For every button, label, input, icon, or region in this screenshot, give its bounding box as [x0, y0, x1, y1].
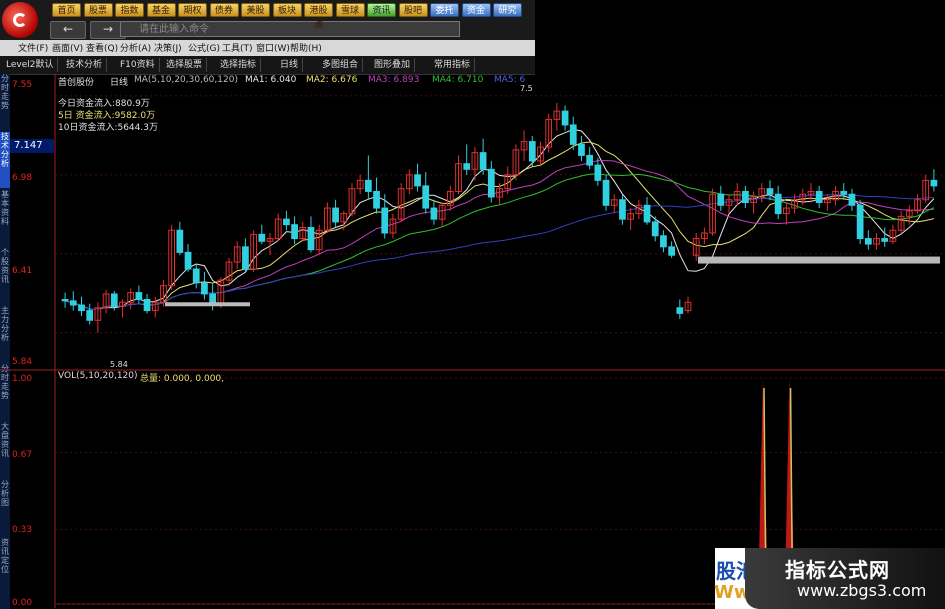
ma10-line [64, 141, 935, 310]
high-marker: 7.5 [520, 84, 533, 93]
ma60-line [64, 194, 934, 310]
candle-body [815, 190, 823, 204]
candle-body [184, 251, 192, 270]
candle-body [209, 293, 216, 305]
ma20-line [64, 160, 934, 310]
candle-body [602, 179, 610, 206]
candle-body [578, 143, 585, 156]
candle-body [422, 185, 430, 209]
period-label: 日线 [110, 78, 129, 88]
candle-body [881, 238, 889, 242]
candle-body [848, 193, 856, 206]
candle-body [864, 238, 872, 245]
ma-params: MA(5,10,20,30,60,120) [134, 75, 238, 85]
candle-body [201, 282, 208, 295]
candle-body [668, 246, 675, 256]
candle-body [643, 204, 651, 223]
candle-body [258, 233, 266, 242]
candle-body [307, 226, 315, 251]
candle-body [586, 154, 594, 166]
candle-body [143, 299, 151, 312]
ma4-value: MA4: 6.710 [432, 75, 484, 85]
candle-body [373, 190, 380, 209]
candle-body [651, 221, 659, 237]
candle-body [660, 235, 667, 248]
ma2-value: MA2: 6.676 [306, 75, 358, 85]
candle-body [930, 179, 938, 187]
candle-body [86, 310, 94, 321]
candle-body [414, 174, 421, 187]
candle-body [766, 188, 774, 195]
support-band [165, 302, 250, 307]
candle-body [283, 218, 290, 226]
ma1-value: MA1: 6.040 [245, 75, 297, 85]
candle-body [430, 207, 438, 220]
volume-total: 总量: 0.000, 0.000, [140, 374, 225, 384]
candle-body [291, 224, 298, 240]
candle-body [110, 293, 118, 307]
candle-body [69, 300, 77, 306]
candle-body [463, 163, 471, 170]
candle-body [135, 292, 143, 301]
ma3-value: MA3: 6.893 [368, 75, 420, 85]
candle-body [487, 168, 495, 198]
candle-body [332, 207, 339, 223]
watermark: 指标公式网 www.zbgs3.com [745, 548, 945, 609]
candle-body [381, 207, 389, 234]
volume-label: VOL(5,10,20,120) [58, 371, 138, 381]
candle-body [78, 304, 85, 312]
low-marker: 5.84 [110, 360, 128, 369]
candle-body [840, 190, 848, 195]
candle-body [619, 199, 626, 220]
candle-body [717, 193, 725, 206]
candle-body [774, 193, 782, 215]
candle-body [561, 110, 569, 126]
kline-chart[interactable] [0, 0, 945, 609]
candle-body [528, 141, 536, 162]
watermark-title: 指标公式网 [785, 558, 890, 582]
flow-10d: 10日资金流入:5644.3万 [58, 123, 158, 133]
watermark-url: www.zbgs3.com [797, 581, 927, 600]
candle-body [742, 190, 749, 204]
candle-body [856, 204, 864, 240]
stock-name: 首创股份 [58, 78, 95, 88]
candle-body [569, 124, 577, 145]
support-band [698, 256, 940, 264]
candle-body [364, 179, 372, 192]
candle-body [61, 299, 69, 302]
candle-body [242, 246, 249, 270]
candle-body [176, 229, 184, 253]
candle-body [676, 307, 684, 314]
candle-body [192, 268, 200, 284]
candle-body [479, 152, 487, 170]
candle-body [594, 164, 602, 181]
